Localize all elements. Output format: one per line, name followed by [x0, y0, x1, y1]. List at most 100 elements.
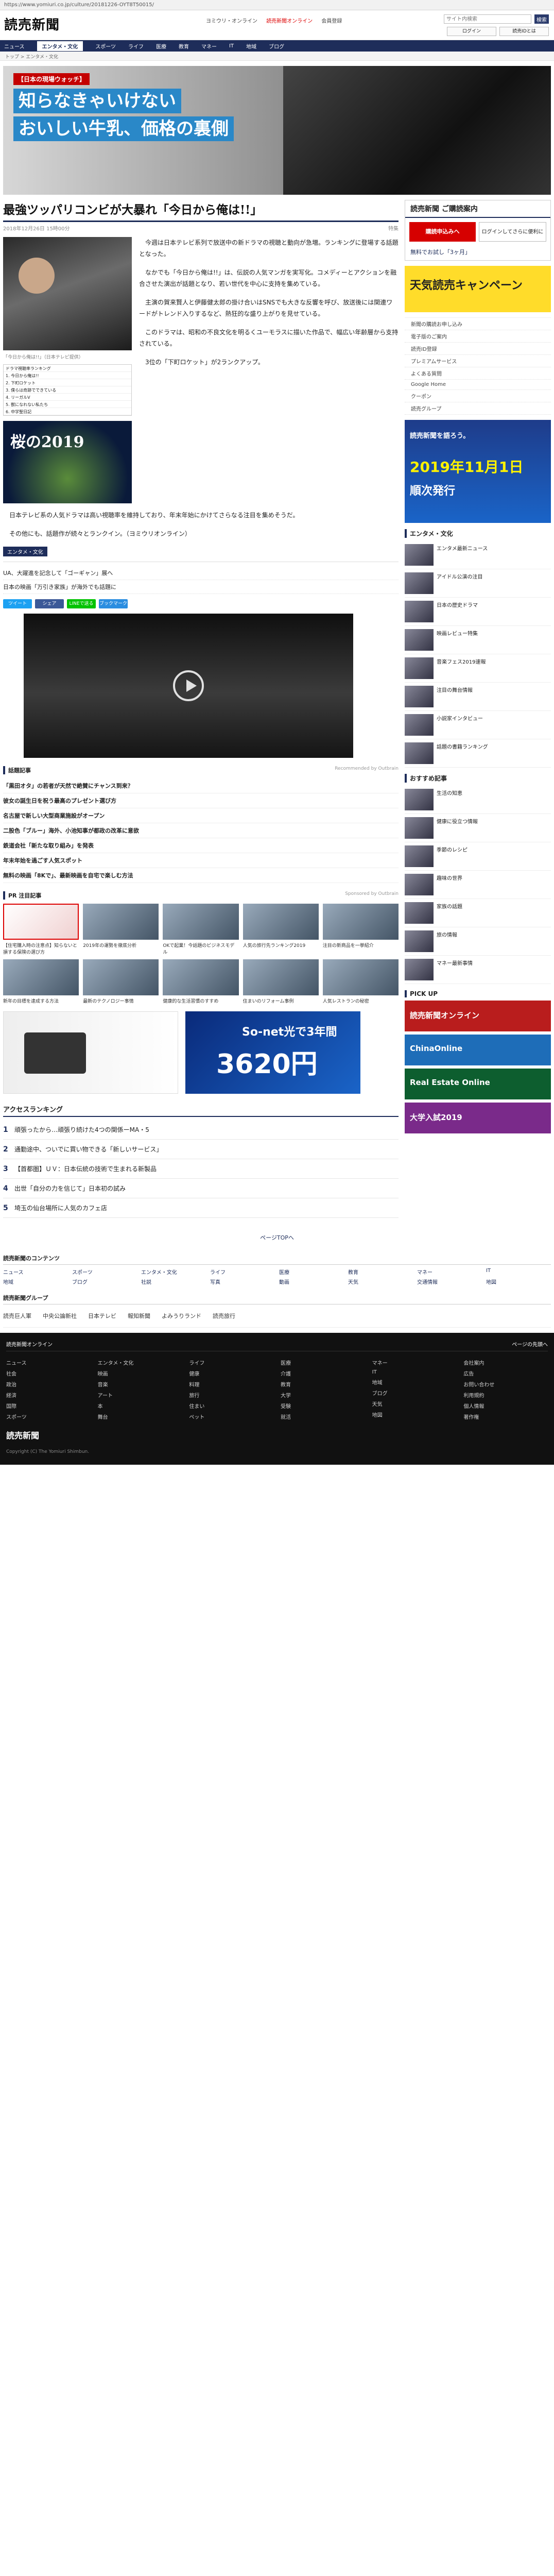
footer-link[interactable]: アート: [98, 1389, 182, 1400]
header-link-3[interactable]: 会員登録: [321, 19, 342, 24]
side-item[interactable]: 旅の情報: [405, 927, 551, 956]
side-link[interactable]: プレミアムサービス: [405, 355, 551, 367]
footer-link[interactable]: 受験: [281, 1400, 365, 1411]
side-banner[interactable]: 大学入試2019: [405, 1103, 551, 1133]
related-link[interactable]: UA、大躍進を記念して「ゴーギャン」展へ: [3, 566, 399, 580]
group-logo[interactable]: 読売旅行: [213, 1312, 235, 1320]
pr-card[interactable]: 新年の目標を達成する方法: [3, 959, 79, 1004]
side-banner[interactable]: Real Estate Online: [405, 1069, 551, 1099]
side-link[interactable]: Google Home: [405, 380, 551, 390]
site-logo[interactable]: 読売新聞: [4, 14, 60, 33]
subscribe-note[interactable]: 無料でお試し「3ヶ月」: [405, 246, 550, 260]
service-link[interactable]: 医療: [279, 1268, 344, 1276]
ranking-row[interactable]: 2 通勤途中、ついでに買い物できる「新しいサービス」: [3, 1140, 399, 1159]
group-logo[interactable]: 日本テレビ: [88, 1312, 116, 1320]
footer-link[interactable]: 広告: [463, 1368, 548, 1379]
footer-link[interactable]: 大学: [281, 1389, 365, 1400]
footer-link[interactable]: 利用規約: [463, 1389, 548, 1400]
footer-link[interactable]: マネー: [372, 1357, 457, 1368]
footer-link[interactable]: 住まい: [189, 1400, 273, 1411]
pr-card[interactable]: 健康的な生活習慣のすすめ: [163, 959, 239, 1004]
service-link[interactable]: 写真: [210, 1278, 275, 1285]
side-item[interactable]: 趣味の世界: [405, 871, 551, 899]
nav-item[interactable]: 教育: [179, 42, 189, 50]
video-player[interactable]: [24, 614, 353, 758]
news-item[interactable]: 名古屋で新しい大型商業施設がオープン: [3, 808, 399, 823]
footer-link[interactable]: 健康: [189, 1368, 273, 1379]
pr-card[interactable]: 【住宅購入時の注意点】知らないと損する保険の選び方: [3, 904, 79, 955]
footer-link[interactable]: 会社案内: [463, 1357, 548, 1368]
footer-link[interactable]: 地図: [372, 1409, 457, 1420]
service-link[interactable]: 地図: [486, 1278, 551, 1285]
ranking-row[interactable]: 1 頑張ったから…頑張り続けた4つの関係ーMA・5: [3, 1120, 399, 1140]
service-link[interactable]: スポーツ: [72, 1268, 137, 1276]
side-item[interactable]: 健康に役立つ情報: [405, 814, 551, 842]
pr-card[interactable]: 人気の旅行先ランキング2019: [243, 904, 319, 955]
pr-card[interactable]: 注目の新商品を一挙紹介: [322, 904, 399, 955]
side-link[interactable]: 電子版のご案内: [405, 330, 551, 343]
nav-item[interactable]: スポーツ: [95, 42, 116, 50]
nav-item[interactable]: エンタメ・文化: [37, 41, 83, 51]
footer-link[interactable]: 料理: [189, 1379, 273, 1389]
id-badge[interactable]: 読売IDとは: [499, 27, 549, 36]
service-link[interactable]: IT: [486, 1268, 551, 1276]
footer-link[interactable]: IT: [372, 1368, 457, 1377]
side-item[interactable]: エンタメ最新ニュース: [405, 541, 551, 569]
side-item[interactable]: 日本の歴史ドラマ: [405, 598, 551, 626]
side-item[interactable]: 映画レビュー特集: [405, 626, 551, 654]
nav-item[interactable]: IT: [229, 43, 234, 49]
footer-link[interactable]: 舞台: [98, 1411, 182, 1422]
share-button[interactable]: ブックマーク: [99, 599, 128, 608]
blue-ad[interactable]: 読売新聞を語ろう。 2019年11月1日 順次発行: [405, 420, 551, 523]
nav-item[interactable]: マネー: [201, 42, 217, 50]
footer-link[interactable]: 個人情報: [463, 1400, 548, 1411]
footer-link[interactable]: 本: [98, 1400, 182, 1411]
side-item[interactable]: 音楽フェス2019速報: [405, 654, 551, 683]
nav-item[interactable]: ライフ: [128, 42, 144, 50]
service-link[interactable]: 教育: [348, 1268, 413, 1276]
footer-link[interactable]: ライフ: [189, 1357, 273, 1368]
side-link[interactable]: 読売ID登録: [405, 343, 551, 355]
share-button[interactable]: LINEで送る: [67, 599, 96, 608]
group-logo[interactable]: 報知新聞: [128, 1312, 150, 1320]
footer-link[interactable]: 介護: [281, 1368, 365, 1379]
footer-link[interactable]: 国際: [6, 1400, 91, 1411]
side-link[interactable]: クーポン: [405, 390, 551, 402]
group-logo[interactable]: 中央公論新社: [43, 1312, 77, 1320]
nav-item[interactable]: ニュース: [4, 42, 25, 50]
header-link-1[interactable]: ヨミウリ・オンライン: [206, 19, 257, 24]
play-icon[interactable]: [173, 670, 204, 701]
footer-link[interactable]: スポーツ: [6, 1411, 91, 1422]
nav-item[interactable]: ブログ: [269, 42, 284, 50]
ranking-row[interactable]: 5 埼玉の仙台場所に人気のカフェ店: [3, 1198, 399, 1218]
camera-ad[interactable]: [3, 1011, 178, 1094]
footer-link[interactable]: 教育: [281, 1379, 365, 1389]
pr-card[interactable]: 住まいのリフォーム事例: [243, 959, 319, 1004]
service-link[interactable]: エンタメ・文化: [141, 1268, 206, 1276]
ranking-row[interactable]: 4 出世「自分の力を信じて」日本初の試み: [3, 1179, 399, 1198]
yellow-ad[interactable]: 天気読売キャンペーン: [405, 266, 551, 312]
sonet-ad[interactable]: So-net光で3年間 3620円: [185, 1011, 360, 1094]
service-link[interactable]: 社説: [141, 1278, 206, 1285]
group-logo[interactable]: よみうりランド: [162, 1312, 201, 1320]
category-tag[interactable]: エンタメ・文化: [3, 547, 47, 556]
side-item[interactable]: 話題の書籍ランキング: [405, 739, 551, 768]
side-item[interactable]: マネー最新事情: [405, 956, 551, 984]
service-link[interactable]: 交通情報: [417, 1278, 482, 1285]
side-banner[interactable]: 読売新聞オンライン: [405, 1001, 551, 1031]
footer-link[interactable]: 音楽: [98, 1379, 182, 1389]
page-top-link[interactable]: ページTOPへ: [0, 1233, 554, 1242]
pr-card[interactable]: 最新のテクノロジー事情: [83, 959, 159, 1004]
news-item[interactable]: 彼女の誕生日を祝う最高のプレゼント選び方: [3, 793, 399, 808]
hero-banner[interactable]: 【日本の現場ウォッチ】 知らなきゃいけない おいしい牛乳、価格の裏側: [3, 66, 551, 195]
pr-card[interactable]: OKで起業！今話題のビジネスモデル: [163, 904, 239, 955]
promo-card[interactable]: 桜の2019: [3, 421, 132, 503]
footer-link[interactable]: 映画: [98, 1368, 182, 1379]
url-bar[interactable]: https://www.yomiuri.co.jp/culture/201812…: [0, 0, 554, 10]
service-link[interactable]: ニュース: [3, 1268, 68, 1276]
footer-link[interactable]: ペット: [189, 1411, 273, 1422]
search-input[interactable]: [444, 14, 531, 24]
side-item[interactable]: 生活の知恵: [405, 786, 551, 814]
service-link[interactable]: 動画: [279, 1278, 344, 1285]
header-link-2[interactable]: 読売新聞オンライン: [266, 19, 313, 24]
